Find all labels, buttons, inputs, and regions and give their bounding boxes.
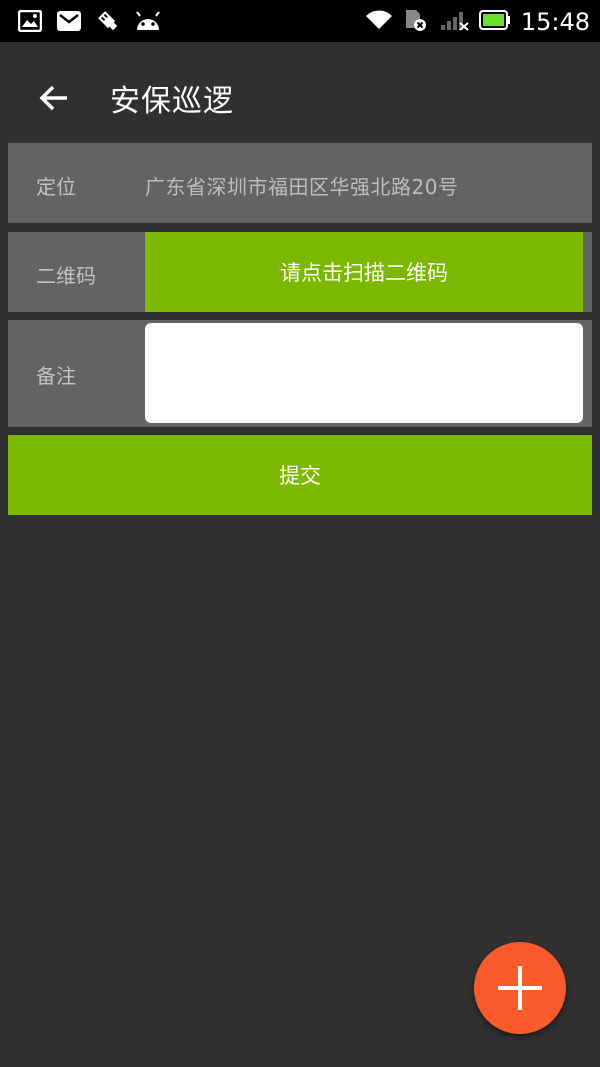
wifi-icon xyxy=(365,9,393,35)
app-screen: 15:48 安保巡逻 定位 广东省深圳市福田区华强北路20号 二维码 请点击扫描… xyxy=(0,0,600,1067)
remark-input[interactable] xyxy=(145,323,583,423)
add-fab-button[interactable] xyxy=(474,942,566,1034)
cellular-signal-icon xyxy=(439,9,469,35)
sim-card-icon xyxy=(403,8,429,36)
page-title: 安保巡逻 xyxy=(110,84,234,119)
scan-qr-button[interactable]: 请点击扫描二维码 xyxy=(145,232,583,312)
submit-button[interactable]: 提交 xyxy=(8,435,592,515)
location-row: 定位 广东省深圳市福田区华强北路20号 xyxy=(8,143,592,223)
remark-row: 备注 xyxy=(8,320,592,427)
system-status: 15:48 xyxy=(365,8,590,36)
location-value: 广东省深圳市福田区华强北路20号 xyxy=(145,175,459,199)
plus-icon xyxy=(498,966,542,1010)
app-bar: 安保巡逻 xyxy=(0,42,600,152)
battery-icon xyxy=(478,9,511,35)
qr-code-row: 二维码 请点击扫描二维码 xyxy=(8,232,592,312)
usb-debug-icon xyxy=(96,9,120,37)
back-button[interactable] xyxy=(36,80,72,116)
remark-label: 备注 xyxy=(36,364,76,388)
mail-icon xyxy=(56,10,82,36)
status-time: 15:48 xyxy=(520,8,590,36)
android-icon xyxy=(134,10,162,36)
notification-icons xyxy=(17,9,162,37)
arrow-left-icon xyxy=(39,85,67,111)
qr-code-label: 二维码 xyxy=(36,264,96,288)
location-label: 定位 xyxy=(36,175,76,199)
status-bar: 15:48 xyxy=(0,0,600,42)
gallery-icon xyxy=(17,9,43,36)
